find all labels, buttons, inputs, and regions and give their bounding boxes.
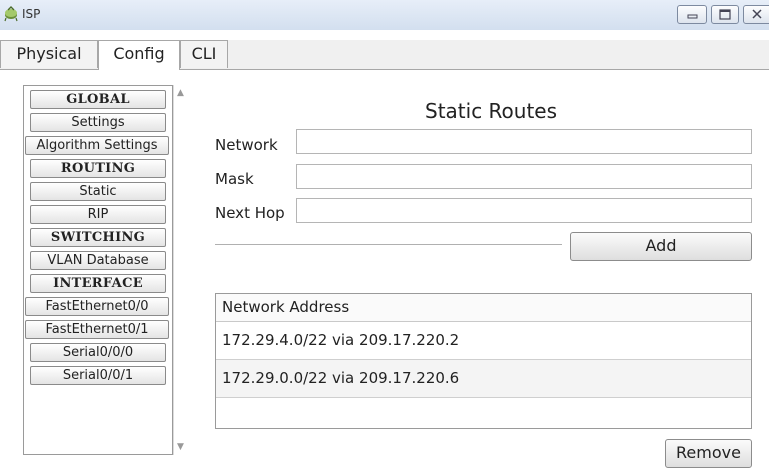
tab-cli[interactable]: CLI (180, 40, 228, 68)
page-title: Static Routes (425, 99, 558, 123)
table-row[interactable]: 172.29.4.0/22 via 209.17.220.2 (216, 322, 751, 360)
table-header: Network Address (216, 294, 751, 322)
tab-config[interactable]: Config (98, 40, 180, 70)
config-sidebar: GLOBAL Settings Algorithm Settings ROUTI… (23, 85, 173, 455)
title-bar: ISP (0, 0, 769, 30)
sidebar-header-interface[interactable]: INTERFACE (30, 274, 166, 293)
sidebar-header-switching[interactable]: SWITCHING (30, 228, 166, 247)
sidebar-item-vlan-database[interactable]: VLAN Database (30, 251, 166, 270)
mask-label: Mask (215, 170, 254, 188)
scroll-up-icon[interactable]: ▲ (177, 88, 184, 98)
mask-field[interactable] (296, 164, 752, 189)
network-label: Network (215, 136, 278, 154)
isp-router-icon (4, 6, 18, 22)
sidebar-item-serial0-0-1[interactable]: Serial0/0/1 (30, 366, 166, 385)
sidebar-header-routing[interactable]: ROUTING (30, 159, 166, 178)
sidebar-item-serial0-0-0[interactable]: Serial0/0/0 (30, 343, 166, 362)
config-panel: GLOBAL Settings Algorithm Settings ROUTI… (0, 70, 769, 468)
window-title: ISP (22, 7, 41, 21)
scroll-down-icon[interactable]: ▼ (177, 442, 184, 452)
tab-physical[interactable]: Physical (0, 40, 98, 68)
close-icon (752, 9, 762, 19)
next-hop-field[interactable] (296, 198, 752, 223)
sidebar-scrollbar[interactable]: ▲ ▼ (173, 85, 189, 455)
sidebar-item-static[interactable]: Static (30, 182, 166, 201)
remove-button[interactable]: Remove (665, 439, 752, 468)
maximize-button[interactable] (711, 5, 739, 24)
sidebar-item-fastethernet0-0[interactable]: FastEthernet0/0 (25, 297, 169, 316)
close-button[interactable] (743, 5, 769, 24)
sidebar-item-rip[interactable]: RIP (30, 205, 166, 224)
minimize-icon (687, 14, 698, 19)
divider (215, 244, 562, 245)
routes-table: Network Address 172.29.4.0/22 via 209.17… (215, 293, 752, 429)
tab-bar: Physical Config CLI (0, 40, 769, 70)
maximize-icon (719, 9, 731, 20)
sidebar-item-fastethernet0-1[interactable]: FastEthernet0/1 (25, 320, 169, 339)
next-hop-label: Next Hop (215, 204, 285, 222)
table-row[interactable]: 172.29.0.0/22 via 209.17.220.6 (216, 360, 751, 398)
sidebar-header-global[interactable]: GLOBAL (30, 90, 166, 109)
sidebar-item-algorithm-settings[interactable]: Algorithm Settings (25, 136, 169, 155)
network-field[interactable] (296, 129, 752, 154)
minimize-button[interactable] (677, 5, 707, 24)
sidebar-item-settings[interactable]: Settings (30, 113, 166, 132)
add-button[interactable]: Add (570, 232, 752, 261)
